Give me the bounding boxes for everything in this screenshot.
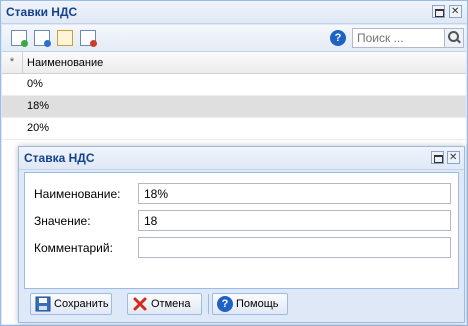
column-header-name[interactable]: Наименование <box>27 57 103 69</box>
maximize-icon[interactable] <box>432 5 445 18</box>
dialog-footer: Сохранить Отмена ? Помощь <box>24 291 459 317</box>
row-name-cell: 0% <box>27 78 43 90</box>
dialog-titlebar[interactable]: Ставка НДС <box>19 147 464 170</box>
value-field[interactable] <box>138 210 451 231</box>
table-row[interactable]: 20% <box>2 118 466 140</box>
comment-label: Комментарий: <box>34 241 113 255</box>
help-button[interactable]: ? Помощь <box>212 293 288 315</box>
add-icon[interactable] <box>11 30 28 47</box>
help-icon[interactable]: ? <box>330 30 346 46</box>
row-name-cell: 18% <box>27 100 50 112</box>
copy-icon[interactable] <box>57 30 73 46</box>
dialog-title: Ставка НДС <box>24 151 95 165</box>
save-button[interactable]: Сохранить <box>30 293 112 315</box>
search-input[interactable] <box>353 29 449 47</box>
comment-input[interactable] <box>139 238 449 257</box>
vat-rate-dialog: Ставка НДС Наименование: Значение: Комме… <box>18 146 465 323</box>
floppy-icon <box>35 296 51 312</box>
dialog-form: Наименование: Значение: Комментарий: <box>24 172 459 289</box>
search-icon[interactable] <box>444 29 463 47</box>
value-input[interactable] <box>139 211 449 230</box>
value-label: Значение: <box>34 214 91 228</box>
save-button-label: Сохранить <box>54 298 109 310</box>
toolbar: ? <box>2 25 466 52</box>
row-name-cell: 20% <box>27 122 50 134</box>
table-row[interactable]: 0% <box>2 74 466 96</box>
close-icon[interactable] <box>447 151 460 164</box>
table-row-selected[interactable]: 18% <box>2 96 466 118</box>
window-title: Ставки НДС <box>6 5 78 19</box>
name-input[interactable] <box>139 184 449 203</box>
red-x-icon <box>133 297 147 311</box>
name-label: Наименование: <box>34 187 121 201</box>
cancel-button-label: Отмена <box>151 298 191 310</box>
name-field[interactable] <box>138 183 451 204</box>
window-titlebar[interactable]: Ставки НДС <box>1 1 467 24</box>
help-icon: ? <box>217 296 233 312</box>
footer-divider <box>208 294 209 314</box>
help-button-label: Помощь <box>236 298 279 310</box>
cancel-button[interactable]: Отмена <box>127 293 202 315</box>
delete-icon[interactable] <box>80 30 97 47</box>
column-header-marker[interactable]: * <box>2 52 23 73</box>
edit-icon[interactable] <box>34 30 51 47</box>
search-box[interactable] <box>352 28 464 48</box>
grid-header: * Наименование <box>2 52 466 74</box>
maximize-icon[interactable] <box>431 151 444 164</box>
close-icon[interactable] <box>449 5 462 18</box>
comment-field[interactable] <box>138 237 451 258</box>
